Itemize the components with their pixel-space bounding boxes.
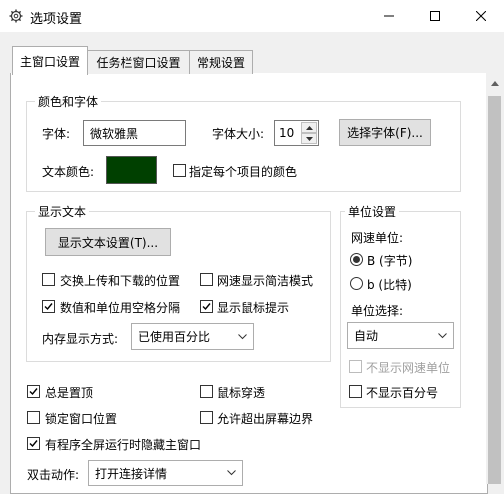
font-size-label: 字体大小:: [212, 127, 265, 141]
swap-updown-checkbox[interactable]: [42, 273, 55, 286]
hide-percent-checkbox[interactable]: [349, 385, 362, 398]
hide-percent-label: 不显示百分号: [366, 386, 439, 400]
allow-offscreen-checkbox[interactable]: [200, 411, 213, 424]
per-item-color-label: 指定每个项目的颜色: [189, 165, 298, 179]
double-click-value: 打开连接详情: [95, 466, 168, 481]
simple-mode-checkbox[interactable]: [200, 273, 213, 286]
maximize-icon: [430, 11, 440, 21]
memory-display-label: 内存显示方式:: [42, 332, 119, 346]
unit-select[interactable]: 自动: [347, 322, 454, 349]
maximize-button[interactable]: [412, 0, 458, 32]
check-icon: [29, 388, 38, 396]
check-icon: [44, 303, 53, 311]
unit-bit-label: b (比特): [367, 278, 412, 292]
check-icon: [202, 303, 211, 311]
close-button[interactable]: [458, 0, 504, 32]
mouse-tip-label: 显示鼠标提示: [217, 301, 290, 315]
scroll-up-button[interactable]: [486, 73, 503, 93]
swap-updown-label: 交换上传和下载的位置: [60, 274, 181, 288]
lock-position-checkbox[interactable]: [27, 411, 40, 424]
minimize-icon: [384, 15, 394, 17]
gear-icon: [9, 9, 23, 23]
unit-byte-radio[interactable]: [350, 253, 363, 266]
font-label: 字体:: [42, 127, 71, 141]
chevron-up-icon: [490, 80, 499, 86]
tab-taskbar-window[interactable]: 任务栏窗口设置: [86, 50, 191, 74]
always-on-top-checkbox[interactable]: [27, 385, 40, 398]
double-click-label: 双击动作:: [27, 468, 80, 482]
spin-down-button[interactable]: [301, 133, 317, 144]
colors-fonts-group-label: 颜色和字体: [35, 93, 102, 110]
units-group-label: 单位设置: [345, 203, 400, 220]
hide-speed-unit-label: 不显示网速单位: [366, 361, 451, 375]
text-color-label: 文本颜色:: [42, 165, 95, 179]
unit-select-label: 单位选择:: [351, 304, 404, 318]
close-icon: [476, 11, 486, 21]
choose-font-button[interactable]: 选择字体(F)...: [339, 119, 431, 146]
hide-fullscreen-checkbox[interactable]: [27, 437, 40, 450]
display-text-settings-button[interactable]: 显示文本设置(T)...: [45, 228, 171, 256]
space-separate-checkbox[interactable]: [42, 300, 55, 313]
memory-display-select[interactable]: 已使用百分比: [131, 323, 254, 350]
text-color-swatch[interactable]: [106, 156, 157, 184]
space-separate-label: 数值和单位用空格分隔: [60, 301, 181, 315]
allow-offscreen-label: 允许超出屏幕边界: [217, 412, 314, 426]
chevron-down-icon: [305, 136, 313, 141]
per-item-color-checkbox[interactable]: [173, 164, 186, 177]
click-through-checkbox[interactable]: [200, 385, 213, 398]
scrollbar-thumb[interactable]: [488, 96, 501, 484]
chevron-down-icon: [438, 332, 447, 338]
spin-up-button[interactable]: [301, 122, 317, 133]
mouse-tip-checkbox[interactable]: [200, 300, 213, 313]
chevron-up-icon: [305, 125, 313, 130]
check-icon: [29, 440, 38, 448]
minimize-button[interactable]: [366, 0, 412, 32]
unit-select-value: 自动: [354, 329, 379, 343]
font-size-value: 10: [279, 126, 295, 140]
simple-mode-label: 网速显示简洁模式: [217, 274, 314, 288]
click-through-label: 鼠标穿透: [217, 386, 266, 400]
radio-selected-dot: [353, 256, 360, 263]
display-text-group-label: 显示文本: [35, 203, 90, 220]
font-name-field[interactable]: 微软雅黑: [83, 120, 186, 146]
unit-byte-label: B (字节): [367, 254, 413, 268]
memory-display-value: 已使用百分比: [138, 330, 211, 344]
speed-unit-label: 网速单位:: [351, 231, 404, 245]
font-name-value: 微软雅黑: [90, 126, 139, 141]
unit-bit-radio[interactable]: [350, 277, 363, 290]
double-click-select[interactable]: 打开连接详情: [88, 460, 243, 486]
chevron-down-icon: [238, 333, 247, 339]
hide-speed-unit-checkbox[interactable]: [349, 360, 362, 373]
tab-general[interactable]: 常规设置: [189, 50, 253, 74]
hide-fullscreen-label: 有程序全屏运行时隐藏主窗口: [45, 438, 202, 452]
always-on-top-label: 总是置顶: [45, 386, 94, 400]
tab-main-window[interactable]: 主窗口设置: [12, 46, 88, 75]
window-title: 选项设置: [30, 12, 83, 27]
chevron-down-icon: [227, 470, 236, 476]
lock-position-label: 锁定窗口位置: [45, 412, 118, 426]
